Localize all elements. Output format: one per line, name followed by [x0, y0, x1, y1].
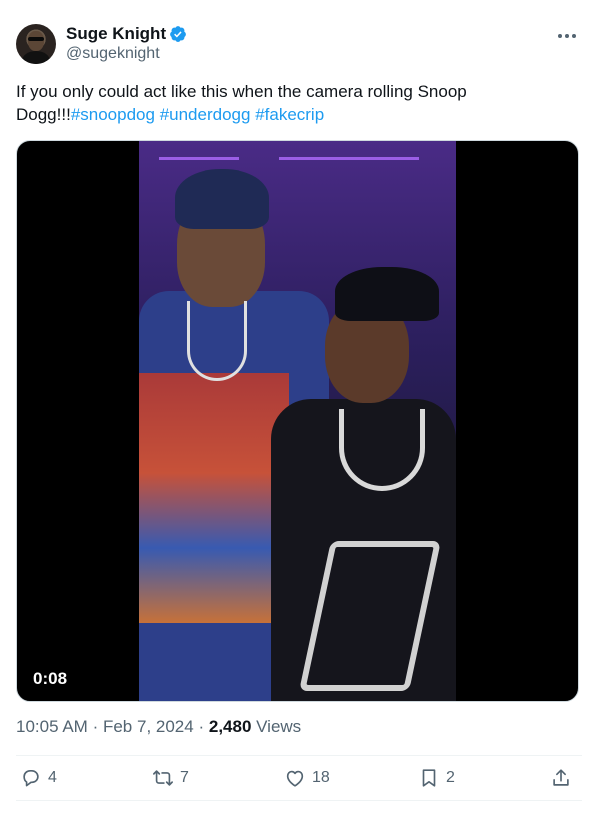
- hashtag-fakecrip[interactable]: #fakecrip: [255, 105, 324, 124]
- more-options-icon[interactable]: [556, 28, 578, 44]
- divider-top: [16, 755, 582, 756]
- divider-bottom: [16, 800, 582, 801]
- bookmark-icon: [422, 769, 436, 787]
- hashtag-snoopdog[interactable]: #snoopdog: [71, 105, 155, 124]
- share-button[interactable]: [550, 760, 572, 796]
- meta-separator-2: ·: [198, 717, 205, 736]
- verified-badge-icon[interactable]: [169, 25, 187, 43]
- views-count[interactable]: 2,480: [209, 717, 252, 736]
- tweet-header: Suge Knight @sugeknight: [16, 24, 582, 68]
- tweet-meta: 10:05 AM · Feb 7, 2024 · 2,480 Views: [16, 716, 301, 738]
- tweet-text: If you only could act like this when the…: [16, 80, 576, 126]
- hashtag-underdogg[interactable]: #underdogg: [160, 105, 251, 124]
- repost-button[interactable]: 7: [152, 760, 189, 796]
- reply-count: 4: [48, 769, 57, 786]
- tweet-card: Suge Knight @sugeknight If you only coul…: [0, 0, 598, 814]
- author-display-name[interactable]: Suge Knight: [66, 24, 187, 44]
- author-display-name-text[interactable]: Suge Knight: [66, 24, 166, 44]
- repost-count: 7: [180, 769, 189, 786]
- reply-button[interactable]: 4: [20, 760, 57, 796]
- video-duration-badge: 0:08: [27, 667, 74, 691]
- author-names: Suge Knight @sugeknight: [66, 24, 187, 64]
- tweet-time[interactable]: 10:05 AM: [16, 717, 88, 736]
- like-count: 18: [312, 769, 330, 786]
- bookmark-button[interactable]: 2: [418, 760, 455, 796]
- video-frame[interactable]: [139, 141, 456, 701]
- meta-separator: ·: [92, 717, 99, 736]
- like-button[interactable]: 18: [284, 760, 330, 796]
- avatar[interactable]: [16, 24, 56, 64]
- repost-icon: [153, 770, 173, 786]
- tweet-date[interactable]: Feb 7, 2024: [103, 717, 194, 736]
- reply-icon: [23, 770, 39, 787]
- video-player[interactable]: 0:08: [16, 140, 579, 702]
- views-label: Views: [256, 717, 302, 736]
- like-icon: [286, 770, 304, 787]
- tweet-actions: 4 7 18 2: [16, 760, 582, 796]
- bookmark-count: 2: [446, 769, 455, 786]
- share-icon: [553, 769, 569, 786]
- author-handle[interactable]: @sugeknight: [66, 44, 187, 64]
